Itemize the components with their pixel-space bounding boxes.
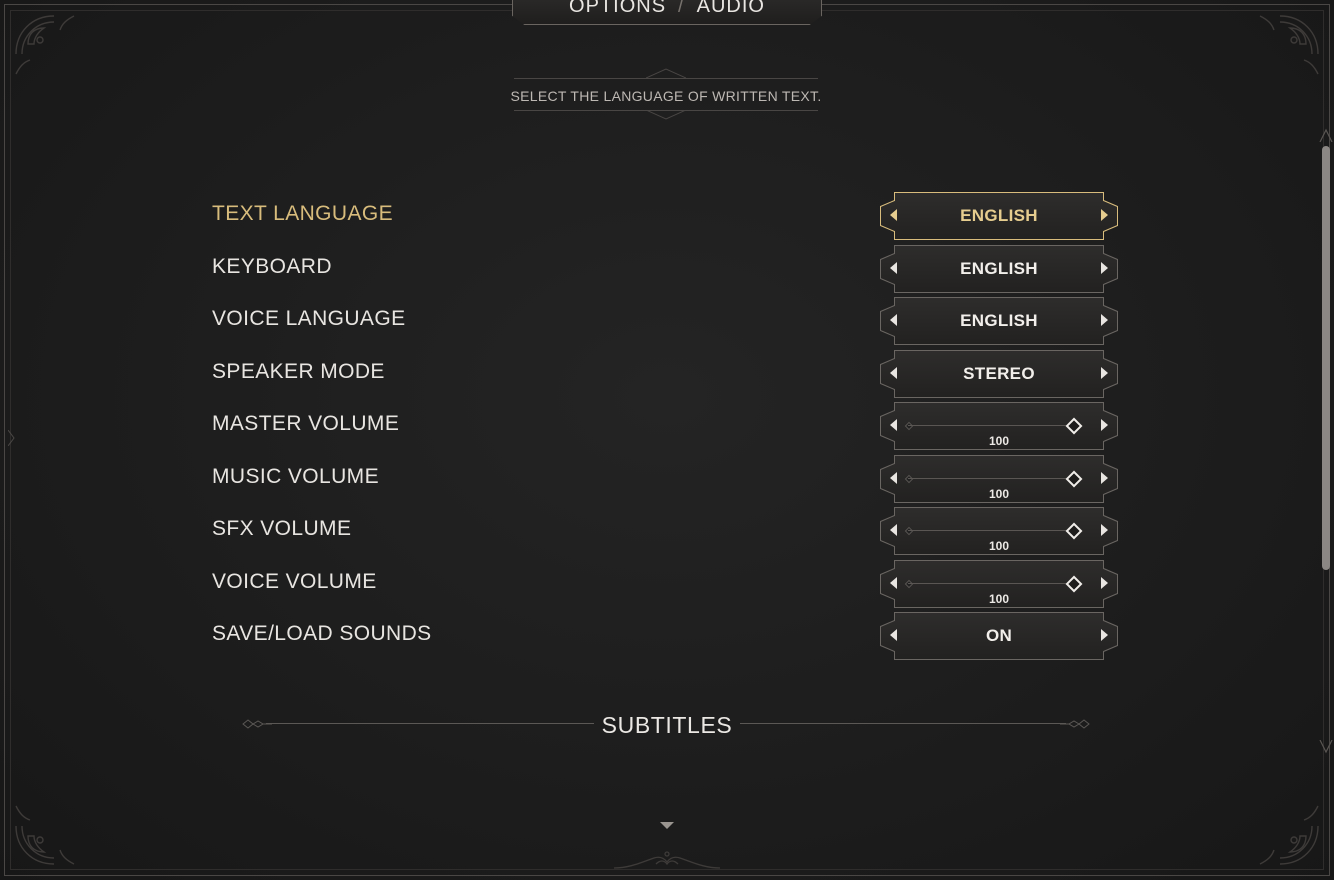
option-row-master-volume[interactable]: MASTER VOLUME 100: [212, 402, 1120, 450]
corner-ornament-icon: [1240, 14, 1320, 94]
option-row-voice-language[interactable]: VOICE LANGUAGE ENGLISH: [212, 297, 1120, 345]
scrollbar-thumb[interactable]: [1322, 146, 1330, 570]
option-description: SELECT THE LANGUAGE OF WRITTEN TEXT.: [510, 68, 822, 120]
option-row-text-language[interactable]: TEXT LANGUAGE ENGLISH: [212, 192, 1120, 240]
slider-min-marker-icon: [904, 526, 914, 536]
selector-value: ENGLISH: [960, 311, 1038, 330]
option-label: MASTER VOLUME: [212, 412, 400, 435]
option-row-save-load-sounds[interactable]: SAVE/LOAD SOUNDS ON: [212, 612, 1120, 660]
caret-right-icon[interactable]: [1101, 524, 1108, 536]
option-label: SPEAKER MODE: [212, 360, 385, 383]
option-row-keyboard[interactable]: KEYBOARD ENGLISH: [212, 245, 1120, 293]
caret-left-icon[interactable]: [890, 629, 897, 641]
caret-left-icon[interactable]: [890, 209, 897, 221]
bottom-ornament-icon: [613, 851, 721, 869]
description-notch-icon: [646, 68, 686, 78]
side-notch-icon: [8, 430, 15, 446]
slider-track[interactable]: [908, 425, 1076, 426]
slider-min-marker-icon: [904, 421, 914, 431]
header-tab-audio[interactable]: AUDIO: [697, 0, 765, 17]
caret-right-icon[interactable]: [1101, 629, 1108, 641]
header-separator: /: [678, 0, 685, 17]
caret-right-icon[interactable]: [1101, 314, 1108, 326]
selector-value: ON: [985, 626, 1013, 645]
selector-value: ENGLISH: [960, 206, 1038, 225]
slider-track[interactable]: [908, 530, 1076, 531]
caret-right-icon[interactable]: [1101, 472, 1108, 484]
option-label: KEYBOARD: [212, 255, 332, 278]
slider-value: 100: [988, 434, 1010, 448]
value-selector[interactable]: ENGLISH: [880, 245, 1118, 293]
volume-slider[interactable]: 100: [880, 560, 1118, 608]
header-section[interactable]: OPTIONS: [569, 0, 666, 17]
option-row-sfx-volume[interactable]: SFX VOLUME 100: [212, 507, 1120, 555]
caret-left-icon[interactable]: [890, 262, 897, 274]
option-row-voice-volume[interactable]: VOICE VOLUME 100: [212, 560, 1120, 608]
description-notch-icon: [646, 110, 686, 120]
volume-slider[interactable]: 100: [880, 402, 1118, 450]
option-label: VOICE LANGUAGE: [212, 307, 406, 330]
slider-value: 100: [988, 539, 1010, 553]
caret-left-icon[interactable]: [890, 314, 897, 326]
scrollbar-cap-bottom-icon: [1319, 740, 1333, 754]
volume-slider[interactable]: 100: [880, 455, 1118, 503]
option-label: SAVE/LOAD SOUNDS: [212, 622, 432, 645]
divider-line-right: [740, 723, 1066, 724]
page-title: OPTIONS / AUDIO: [569, 0, 765, 18]
option-row-speaker-mode[interactable]: SPEAKER MODE STEREO: [212, 350, 1120, 398]
scrollbar-cap-top-icon: [1319, 128, 1333, 142]
option-label: TEXT LANGUAGE: [212, 202, 394, 225]
option-label: VOICE VOLUME: [212, 570, 377, 593]
caret-right-icon[interactable]: [1101, 367, 1108, 379]
volume-slider[interactable]: 100: [880, 507, 1118, 555]
value-selector[interactable]: STEREO: [880, 350, 1118, 398]
description-text: SELECT THE LANGUAGE OF WRITTEN TEXT.: [510, 88, 822, 104]
slider-thumb[interactable]: [1065, 522, 1083, 540]
caret-left-icon[interactable]: [890, 524, 897, 536]
header-tab: OPTIONS / AUDIO: [512, 0, 822, 25]
value-selector[interactable]: ENGLISH: [880, 297, 1118, 345]
slider-thumb[interactable]: [1065, 470, 1083, 488]
description-line-top: [514, 78, 818, 79]
slider-min-marker-icon: [904, 474, 914, 484]
slider-value: 100: [988, 487, 1010, 501]
slider-track[interactable]: [908, 583, 1076, 584]
selector-value: ENGLISH: [960, 259, 1038, 278]
slider-value: 100: [988, 592, 1010, 606]
corner-ornament-icon: [14, 786, 94, 866]
corner-ornament-icon: [14, 14, 94, 94]
value-selector[interactable]: ENGLISH: [880, 192, 1118, 240]
option-label: SFX VOLUME: [212, 517, 352, 540]
value-selector[interactable]: ON: [880, 612, 1118, 660]
caret-left-icon[interactable]: [890, 419, 897, 431]
selector-value: STEREO: [963, 364, 1035, 383]
scroll-down-icon[interactable]: [660, 822, 674, 829]
caret-left-icon[interactable]: [890, 367, 897, 379]
caret-left-icon[interactable]: [890, 472, 897, 484]
slider-thumb[interactable]: [1065, 417, 1083, 435]
slider-track[interactable]: [908, 478, 1076, 479]
divider-end-icon: [242, 719, 272, 729]
section-heading-subtitles: SUBTITLES: [601, 712, 733, 738]
section-divider: SUBTITLES: [242, 712, 1090, 738]
caret-right-icon[interactable]: [1101, 209, 1108, 221]
caret-right-icon[interactable]: [1101, 577, 1108, 589]
options-screen: OPTIONS / AUDIO SELECT THE LANGUAGE OF WRI…: [0, 0, 1334, 880]
corner-ornament-icon: [1240, 786, 1320, 866]
slider-min-marker-icon: [904, 579, 914, 589]
caret-right-icon[interactable]: [1101, 419, 1108, 431]
divider-line-left: [266, 723, 594, 724]
slider-thumb[interactable]: [1065, 575, 1083, 593]
caret-right-icon[interactable]: [1101, 262, 1108, 274]
caret-left-icon[interactable]: [890, 577, 897, 589]
option-row-music-volume[interactable]: MUSIC VOLUME 100: [212, 455, 1120, 503]
option-label: MUSIC VOLUME: [212, 465, 379, 488]
divider-end-icon: [1060, 719, 1090, 729]
